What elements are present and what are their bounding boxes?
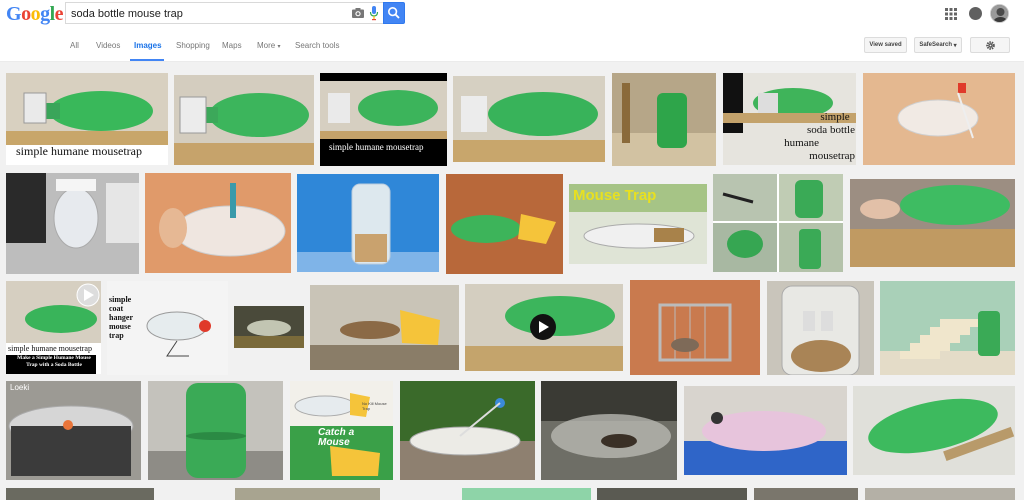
image-caption: simple humane mousetrap bbox=[329, 142, 424, 152]
image-result[interactable] bbox=[713, 174, 843, 272]
image-result[interactable] bbox=[863, 73, 1015, 165]
caption-line: coat bbox=[109, 304, 124, 313]
image-result[interactable] bbox=[767, 281, 874, 375]
tab-images[interactable]: Images bbox=[134, 41, 162, 50]
image-result[interactable] bbox=[462, 488, 591, 500]
image-result[interactable] bbox=[541, 381, 677, 480]
caption-line: Mouse bbox=[318, 437, 350, 448]
chevron-down-icon: ▾ bbox=[953, 42, 957, 49]
image-result[interactable] bbox=[446, 174, 563, 274]
tab-more-label: More bbox=[257, 41, 276, 50]
image-result[interactable] bbox=[400, 381, 535, 480]
image-result[interactable]: Loeki bbox=[6, 381, 141, 480]
image-small-label: No Kill Mouse Trap bbox=[362, 401, 387, 411]
image-caption: simple humane mousetrap bbox=[8, 344, 92, 353]
image-result[interactable] bbox=[754, 488, 858, 500]
tab-search-tools[interactable]: Search tools bbox=[295, 41, 339, 50]
image-result[interactable] bbox=[148, 381, 283, 480]
gear-icon bbox=[985, 40, 995, 50]
image-caption: humane bbox=[759, 137, 819, 150]
search-button[interactable] bbox=[383, 2, 405, 24]
image-caption: soda bottle bbox=[795, 124, 855, 137]
image-results-grid: simple humane mousetrap simple humane mo… bbox=[0, 62, 1024, 500]
image-result[interactable]: simple humane mousetrap Make a Simple Hu… bbox=[6, 281, 101, 374]
image-watermark: Loeki bbox=[10, 383, 30, 392]
tab-shopping[interactable]: Shopping bbox=[176, 41, 210, 50]
image-result[interactable] bbox=[853, 386, 1015, 475]
apps-grid-icon[interactable] bbox=[945, 8, 957, 20]
search-icon bbox=[388, 7, 400, 19]
image-caption: Catch a Mouse bbox=[318, 428, 354, 448]
caption-line: trap bbox=[109, 331, 124, 340]
image-result[interactable]: simple humane mousetrap bbox=[6, 73, 168, 165]
view-saved-button[interactable]: View saved bbox=[864, 37, 907, 53]
image-result[interactable]: Catch a Mouse No Kill Mouse Trap bbox=[290, 381, 393, 480]
caption-line: humane bbox=[784, 137, 819, 149]
image-result[interactable] bbox=[310, 285, 459, 370]
safesearch-button[interactable]: SafeSearch ▾ bbox=[914, 37, 962, 53]
safesearch-label: SafeSearch bbox=[919, 42, 952, 48]
image-result[interactable] bbox=[612, 73, 716, 166]
image-result[interactable] bbox=[865, 488, 1015, 500]
image-caption: simple coat hanger mouse trap bbox=[109, 295, 133, 340]
image-result[interactable] bbox=[297, 174, 439, 272]
microphone-icon[interactable] bbox=[369, 5, 379, 21]
search-input[interactable] bbox=[71, 5, 341, 22]
image-result[interactable] bbox=[597, 488, 747, 500]
caption-line: soda bottle bbox=[807, 124, 855, 136]
chevron-down-icon: ▾ bbox=[277, 44, 281, 50]
image-result[interactable] bbox=[6, 488, 154, 500]
notifications-icon[interactable] bbox=[969, 7, 982, 20]
image-result[interactable]: simple humane mousetrap bbox=[320, 73, 447, 166]
image-caption: simple bbox=[815, 111, 855, 124]
tab-more[interactable]: More ▾ bbox=[257, 41, 280, 50]
image-result[interactable] bbox=[453, 76, 605, 162]
image-result[interactable] bbox=[235, 488, 380, 500]
image-result[interactable]: simple coat hanger mouse trap bbox=[107, 281, 228, 375]
image-result[interactable] bbox=[880, 281, 1015, 375]
caption-line: simple bbox=[109, 295, 132, 304]
image-result[interactable] bbox=[174, 75, 314, 165]
image-caption: Mouse Trap bbox=[573, 187, 657, 204]
caption-line: mousetrap bbox=[809, 150, 855, 162]
tab-videos[interactable]: Videos bbox=[96, 41, 120, 50]
caption-line: mouse bbox=[109, 322, 131, 331]
top-bar: Google bbox=[0, 0, 1024, 30]
image-result[interactable] bbox=[684, 386, 847, 475]
image-result[interactable]: simple soda bottle humane mousetrap bbox=[723, 73, 856, 165]
image-result[interactable] bbox=[6, 173, 139, 274]
tab-all[interactable]: All bbox=[70, 41, 79, 50]
image-caption: mousetrap bbox=[795, 150, 855, 163]
image-result[interactable] bbox=[465, 284, 623, 371]
camera-icon[interactable] bbox=[351, 6, 365, 20]
image-subcaption: Make a Simple Humane Mouse Trap with a S… bbox=[17, 355, 91, 368]
settings-button[interactable] bbox=[970, 37, 1010, 53]
image-result[interactable] bbox=[145, 173, 291, 273]
caption-line: simple bbox=[820, 111, 850, 123]
google-logo[interactable]: Google bbox=[6, 3, 64, 26]
caption-line: hanger bbox=[109, 313, 133, 322]
image-result[interactable]: Mouse Trap bbox=[569, 184, 707, 264]
image-result[interactable] bbox=[234, 306, 304, 348]
image-caption: simple humane mousetrap bbox=[16, 144, 142, 158]
active-tab-indicator bbox=[130, 59, 164, 61]
avatar[interactable] bbox=[990, 4, 1009, 23]
search-box bbox=[65, 2, 383, 24]
image-result[interactable] bbox=[630, 280, 760, 375]
image-result[interactable] bbox=[850, 179, 1015, 267]
tab-maps[interactable]: Maps bbox=[222, 41, 242, 50]
